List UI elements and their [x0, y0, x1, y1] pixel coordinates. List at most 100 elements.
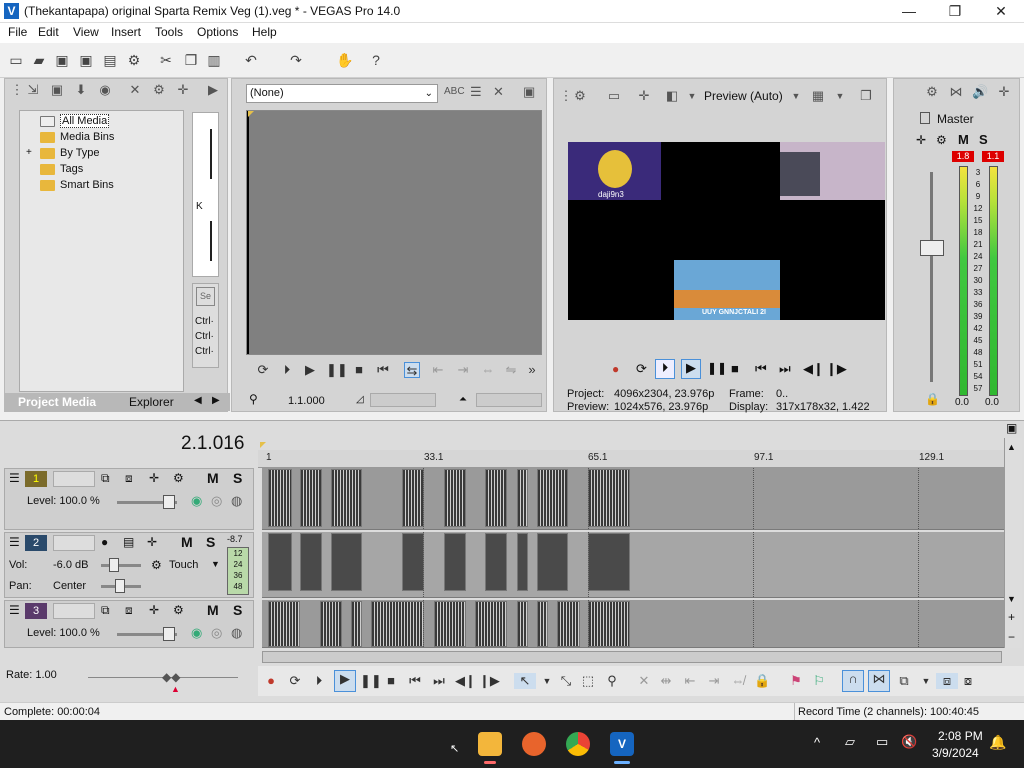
- play-from-start-icon[interactable]: ⏵: [311, 673, 327, 689]
- timeline-clip[interactable]: [268, 533, 292, 591]
- timeline-clip[interactable]: [402, 533, 424, 591]
- clock-date[interactable]: 3/9/2024: [932, 746, 979, 760]
- properties-icon[interactable]: ⚙: [126, 52, 142, 68]
- region-icon[interactable]: ⚐: [811, 673, 827, 689]
- go-start-icon[interactable]: ⏮: [407, 673, 423, 689]
- touch-gear-icon[interactable]: ⚙: [151, 558, 162, 572]
- timeline-pause-icon[interactable]: ❚❚: [360, 673, 382, 689]
- chevron-up-icon[interactable]: ^: [814, 735, 820, 750]
- preview-quality[interactable]: Preview (Auto): [704, 89, 783, 103]
- track-name-field[interactable]: [53, 471, 95, 487]
- track-2-lane[interactable]: [262, 532, 1004, 598]
- expand-icon[interactable]: +: [26, 147, 32, 158]
- more-icon[interactable]: ▶: [205, 82, 221, 98]
- play-from-start-button[interactable]: ⏵: [655, 359, 675, 379]
- undo-icon[interactable]: ↶: [243, 52, 259, 68]
- lock-icon[interactable]: 🔒: [754, 673, 770, 689]
- timeline-clip[interactable]: [444, 469, 466, 527]
- trim-play-icon[interactable]: ▶: [302, 362, 318, 378]
- timeline-clip[interactable]: [517, 601, 528, 647]
- new-icon[interactable]: ▭: [8, 52, 24, 68]
- timeline-clip[interactable]: [268, 469, 292, 527]
- master-insert-fx-icon[interactable]: ✛: [916, 133, 926, 147]
- track-3-lane[interactable]: [262, 600, 1004, 648]
- master-gear-icon[interactable]: ⚙: [936, 133, 947, 147]
- timeline-clip[interactable]: [300, 469, 322, 527]
- save-as-icon[interactable]: ▣: [78, 52, 94, 68]
- track-collapse-icon[interactable]: ☰: [9, 535, 20, 549]
- preview-properties-icon[interactable]: ⚙: [572, 88, 588, 104]
- track-gear-icon[interactable]: ⚙: [173, 471, 184, 485]
- master-mixer-icon[interactable]: ✛: [996, 84, 1012, 100]
- menu-file[interactable]: File: [8, 25, 27, 39]
- file-explorer-icon[interactable]: [478, 732, 502, 756]
- prev-frame-icon[interactable]: ◀❙: [455, 673, 476, 689]
- get-media-icon[interactable]: ⬇: [73, 82, 89, 98]
- firefox-icon[interactable]: [522, 732, 546, 756]
- marker-icon[interactable]: ⚑: [788, 673, 804, 689]
- automation-mode[interactable]: Touch: [169, 559, 198, 571]
- copy-snapshot-icon[interactable]: ❐: [858, 88, 874, 104]
- menu-view[interactable]: View: [73, 25, 99, 39]
- close-button[interactable]: ✕: [978, 0, 1024, 23]
- tree-item-all-media[interactable]: All Media: [40, 113, 110, 129]
- track-name-field[interactable]: [53, 603, 95, 619]
- chevron-down-icon[interactable]: ▼: [788, 88, 804, 104]
- timeline-clip[interactable]: [537, 469, 568, 527]
- timeline-clip[interactable]: [351, 601, 362, 647]
- delete-icon[interactable]: ✕: [636, 673, 652, 689]
- trim-stop-icon[interactable]: ■: [351, 362, 367, 378]
- timeline-clip[interactable]: [588, 533, 630, 591]
- track-mute-button[interactable]: M: [207, 602, 219, 618]
- track-compositing-icon[interactable]: ◉: [191, 493, 202, 509]
- remove-icon[interactable]: ✕: [127, 82, 143, 98]
- timeline-clip[interactable]: [485, 469, 507, 527]
- track-gear-icon[interactable]: ⚙: [173, 603, 184, 617]
- render-icon[interactable]: ▤: [102, 52, 118, 68]
- network-icon[interactable]: ▱: [845, 734, 855, 750]
- preview-play-button[interactable]: ▶: [681, 359, 701, 379]
- tree-item-smart-bins[interactable]: Smart Bins: [40, 177, 114, 193]
- tree-item-media-bins[interactable]: Media Bins: [40, 129, 114, 145]
- trim-end-icon[interactable]: ⇥: [706, 673, 722, 689]
- master-mute-button[interactable]: M: [958, 132, 969, 147]
- play-from-start-icon[interactable]: ⏵: [279, 362, 295, 378]
- volume-muted-icon[interactable]: 🔇: [901, 734, 917, 750]
- track-fx-icon[interactable]: ⧈: [125, 471, 133, 486]
- paste-icon[interactable]: ▥: [206, 52, 222, 68]
- auto-crossfade-icon[interactable]: ⋈: [868, 670, 890, 692]
- trim-fit-icon[interactable]: ⇔: [480, 362, 496, 378]
- timeline-clip[interactable]: [371, 601, 424, 647]
- timeline-hscrollbar[interactable]: [262, 651, 1002, 663]
- track-compositing-icon[interactable]: ◉: [191, 625, 202, 641]
- menu-options[interactable]: Options: [197, 25, 238, 39]
- web-icon[interactable]: ◉: [97, 82, 113, 98]
- split-icon[interactable]: ⇎: [730, 673, 746, 689]
- hand-icon[interactable]: ✋: [336, 52, 353, 68]
- track-motion-icon[interactable]: ⧉: [101, 471, 110, 486]
- menu-edit[interactable]: Edit: [38, 25, 59, 39]
- timeline-clip[interactable]: [485, 533, 507, 591]
- timeline-clip[interactable]: [444, 533, 466, 591]
- ripple-icon[interactable]: ⧉: [896, 673, 912, 689]
- selection-tool-icon[interactable]: ⬚: [580, 673, 596, 689]
- cut-icon[interactable]: ✂: [158, 52, 174, 68]
- track-solo-button[interactable]: S: [206, 534, 215, 550]
- capture-icon[interactable]: ▣: [49, 82, 65, 98]
- track-name-field[interactable]: [53, 535, 95, 551]
- split-icon[interactable]: ✛: [636, 88, 652, 104]
- media-fx-icon[interactable]: ⚙: [151, 82, 167, 98]
- maximize-button[interactable]: ❐: [932, 0, 978, 23]
- minimize-button[interactable]: —: [886, 0, 932, 23]
- master-fader-handle[interactable]: [920, 240, 944, 256]
- trim-in-field[interactable]: [370, 393, 436, 407]
- timeline-clip[interactable]: [434, 601, 466, 647]
- clock-time[interactable]: 2:08 PM: [938, 729, 983, 743]
- track-composite-icon[interactable]: ✛: [149, 603, 159, 617]
- external-monitor-icon[interactable]: ▭: [606, 88, 622, 104]
- trim-start-icon[interactable]: ⇤: [682, 673, 698, 689]
- timeline-clip[interactable]: [557, 601, 580, 647]
- timeline-clip[interactable]: [268, 601, 300, 647]
- go-end-icon[interactable]: ⏭: [431, 673, 447, 689]
- track-parent-icon[interactable]: ◎: [211, 625, 222, 641]
